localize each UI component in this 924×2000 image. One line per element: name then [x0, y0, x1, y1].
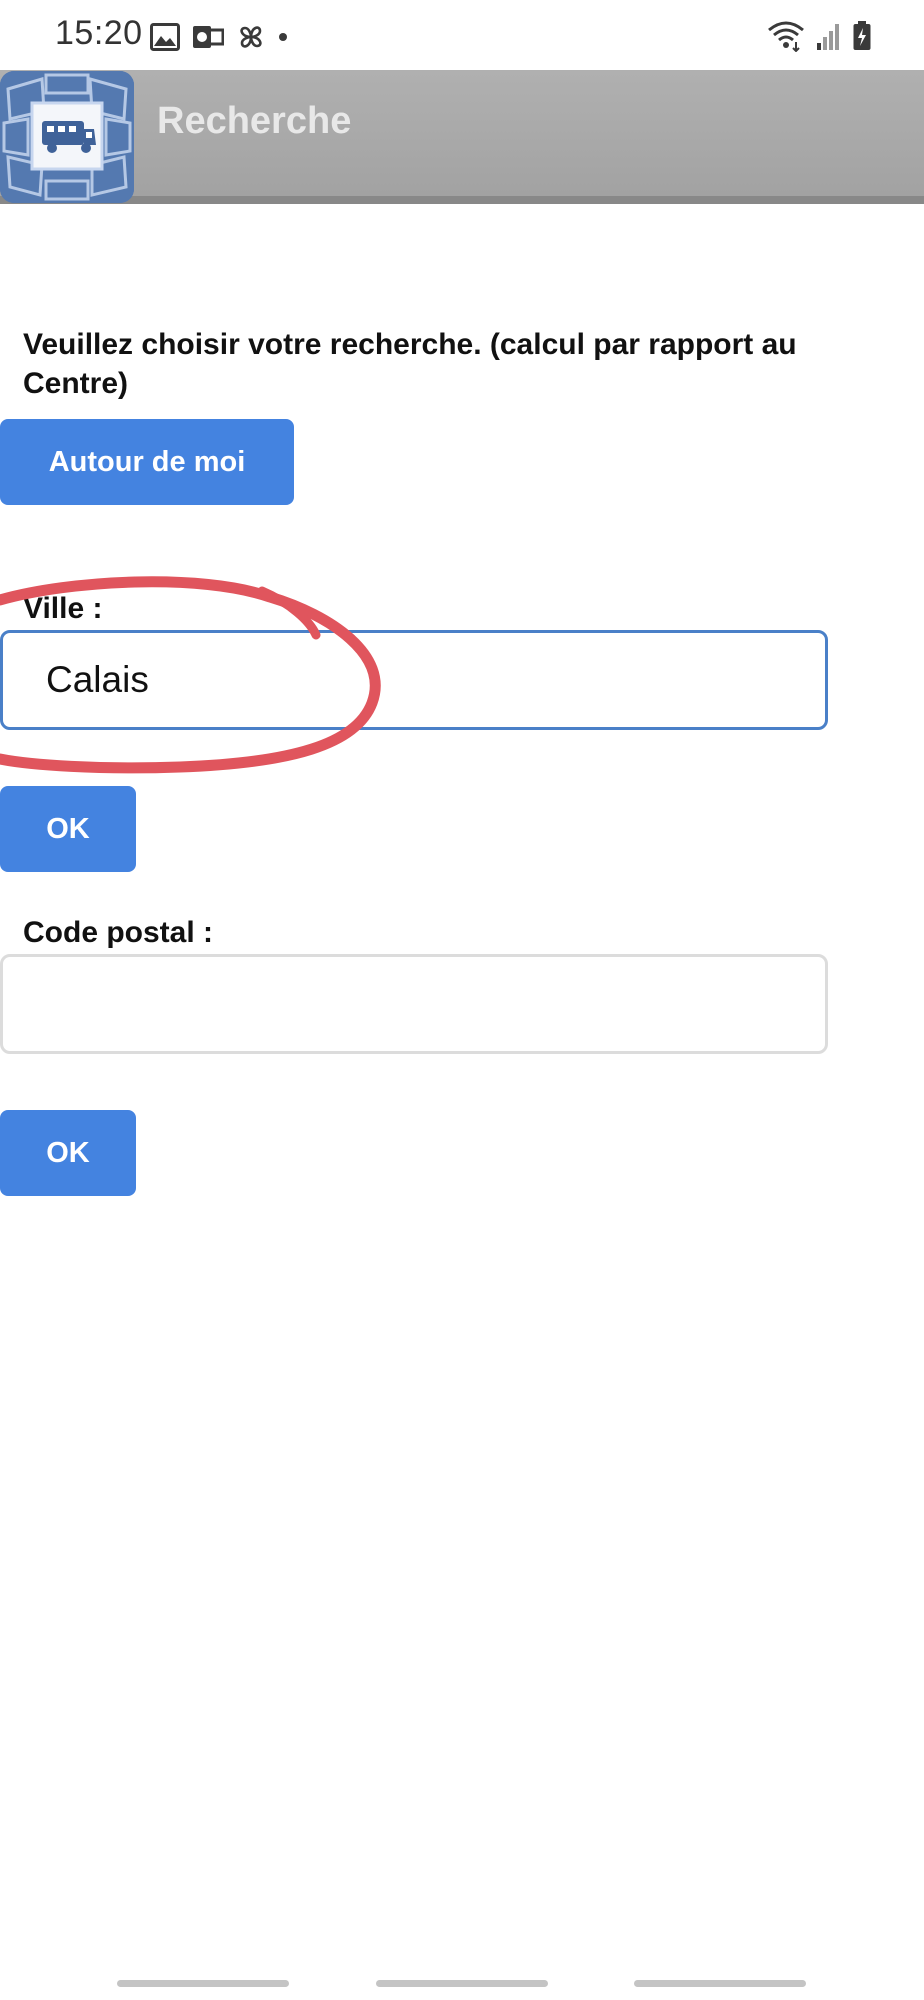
pinwheel-icon — [236, 22, 266, 52]
battery-icon — [852, 20, 872, 52]
notification-icons — [150, 20, 288, 54]
nav-hint-center — [376, 1980, 548, 1987]
postal-ok-button[interactable]: OK — [0, 1110, 136, 1196]
nav-hint-right — [634, 1980, 806, 1987]
city-input[interactable] — [0, 630, 828, 730]
around-me-button[interactable]: Autour de moi — [0, 419, 294, 505]
postal-code-label: Code postal : — [23, 916, 214, 949]
app-bar: Recherche — [0, 70, 924, 204]
dot-icon — [278, 32, 288, 42]
system-icons — [766, 18, 872, 54]
page-title: Recherche — [157, 100, 352, 142]
camper-van-icon[interactable] — [0, 71, 134, 203]
city-ok-button[interactable]: OK — [0, 786, 136, 872]
wifi-icon — [766, 20, 806, 52]
nav-hint-left — [117, 1980, 289, 1987]
city-label: Ville : — [23, 592, 103, 625]
postal-code-input[interactable] — [0, 954, 828, 1054]
signal-icon — [816, 21, 842, 51]
image-icon — [150, 23, 180, 51]
search-instruction: Veuillez choisir votre recherche. (calcu… — [23, 328, 797, 400]
status-bar: 15:20 — [0, 0, 924, 70]
outlook-icon — [192, 23, 224, 51]
status-time: 15:20 — [55, 14, 143, 52]
